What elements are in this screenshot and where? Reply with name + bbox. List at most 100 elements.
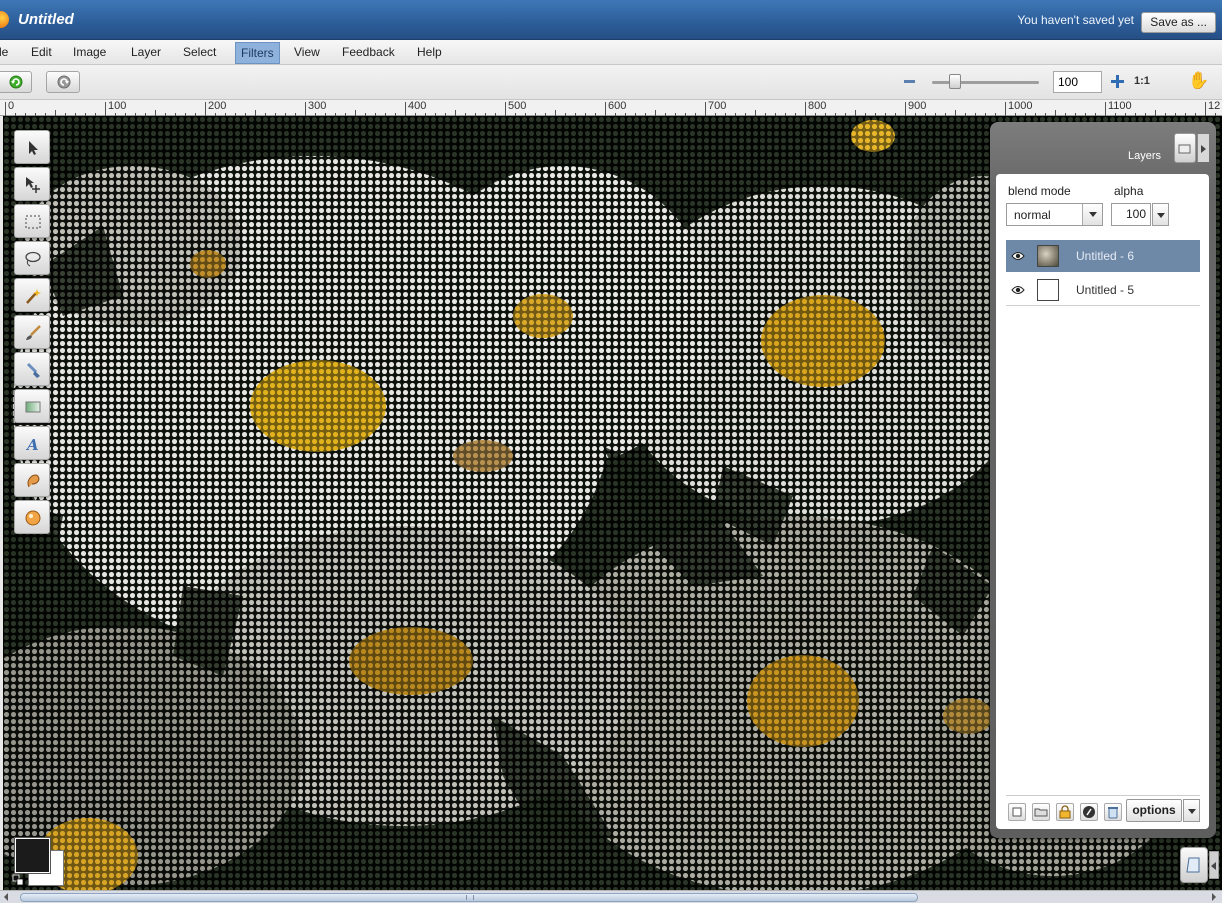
menu-layer[interactable]: Layer — [126, 42, 166, 64]
move-tool-button[interactable] — [14, 130, 50, 164]
trash-icon — [1108, 807, 1118, 819]
ruler-label: 12 — [1208, 100, 1221, 112]
blend-mode-label: blend mode — [1008, 184, 1071, 198]
layer-thumbnail — [1037, 245, 1059, 267]
alpha-dropdown-button[interactable] — [1152, 203, 1169, 226]
alpha-label: alpha — [1114, 184, 1144, 198]
scrollbar-thumb[interactable] — [20, 893, 918, 902]
gradient-icon — [25, 401, 41, 413]
delete-layer-button[interactable] — [1104, 803, 1122, 821]
menu-help[interactable]: Help — [412, 42, 447, 64]
gradient-tool-button[interactable] — [14, 389, 50, 423]
folder-icon — [1034, 808, 1048, 817]
transform-tool-button[interactable] — [14, 167, 50, 201]
toolbar: 1:1 ✋ — [0, 65, 1222, 100]
layers-icon — [1178, 144, 1191, 154]
layer-row[interactable]: Untitled - 6 — [1006, 240, 1200, 272]
new-layer-icon — [1012, 807, 1022, 817]
layer-name: Untitled - 5 — [1076, 283, 1135, 297]
transform-tool-icon — [26, 177, 40, 193]
smudge-tool-button[interactable] — [14, 463, 50, 497]
lasso-icon — [25, 251, 41, 267]
undo-button[interactable] — [0, 71, 32, 93]
menu-file[interactable]: le — [0, 42, 13, 64]
brush-icon — [26, 325, 41, 340]
ruler-label: 600 — [608, 100, 627, 112]
new-layer-button[interactable] — [1008, 803, 1026, 821]
scroll-right-arrow[interactable] — [1212, 893, 1216, 901]
lock-icon — [1059, 805, 1071, 819]
save-as-button[interactable]: Save as ... — [1141, 12, 1216, 33]
clone-tool-button[interactable] — [14, 352, 50, 386]
zoom-out-button[interactable] — [904, 80, 915, 83]
ruler-label: 0 — [8, 100, 15, 112]
layer-options-button[interactable]: options — [1126, 799, 1182, 822]
text-tool-button[interactable]: A — [14, 426, 50, 460]
color-picker-button[interactable] — [14, 500, 50, 534]
hand-icon[interactable]: ✋ — [1186, 71, 1212, 95]
new-folder-button[interactable] — [1032, 803, 1050, 821]
clone-stamp-icon — [26, 362, 40, 378]
redo-button[interactable] — [46, 71, 80, 93]
marquee-tool-button[interactable] — [14, 204, 50, 238]
menu-view[interactable]: View — [289, 42, 325, 64]
scrollbar-grip — [466, 895, 474, 900]
swap-colors-icon[interactable] — [12, 874, 24, 886]
ruler-label: 900 — [908, 100, 927, 112]
layer-style-icon — [1083, 806, 1095, 818]
ruler-label: 800 — [808, 100, 827, 112]
blend-mode-value: normal — [1014, 208, 1051, 222]
lasso-tool-button[interactable] — [14, 241, 50, 275]
layer-style-button[interactable] — [1080, 803, 1098, 821]
ruler-label: 1000 — [1008, 100, 1033, 112]
history-panel-button[interactable] — [1180, 847, 1208, 883]
brush-tool-button[interactable] — [14, 315, 50, 349]
scroll-left-arrow[interactable] — [4, 893, 8, 901]
eye-icon[interactable] — [1011, 250, 1025, 262]
menu-edit[interactable]: Edit — [26, 42, 57, 64]
menu-image[interactable]: Image — [68, 42, 111, 64]
expand-panel-button[interactable] — [1209, 851, 1219, 879]
redo-icon — [57, 75, 71, 89]
move-tool-icon — [29, 141, 38, 155]
ruler-label: 1100 — [1108, 100, 1132, 112]
ruler-label: 400 — [408, 100, 427, 112]
blend-mode-select[interactable]: normal — [1006, 203, 1103, 226]
alpha-input[interactable]: 100 — [1111, 203, 1151, 226]
collapse-panel-button[interactable] — [1197, 134, 1209, 162]
history-icon — [1186, 857, 1200, 873]
layers-footer: options — [1006, 795, 1200, 822]
zoom-in-button[interactable] — [1111, 75, 1124, 88]
ruler-label: 700 — [708, 100, 727, 112]
ruler-label: 100 — [108, 100, 127, 112]
layers-panel-title: Layers — [1128, 150, 1162, 162]
magic-wand-icon — [26, 289, 41, 304]
horizontal-scrollbar[interactable] — [0, 890, 1222, 903]
lock-layer-button[interactable] — [1056, 803, 1074, 821]
menu-feedback[interactable]: Feedback — [337, 42, 400, 64]
menu-bar: le Edit Image Layer Select Filters View … — [0, 40, 1222, 65]
document-title: Untitled — [18, 11, 74, 28]
layers-panel-body: blend mode alpha normal 100 Untitled - 6… — [996, 174, 1209, 829]
zoom-input[interactable] — [1053, 71, 1102, 93]
layer-name: Untitled - 6 — [1076, 249, 1135, 263]
layers-panel-tab[interactable] — [1174, 133, 1196, 163]
options-dropdown-button[interactable] — [1183, 799, 1200, 822]
color-picker-icon — [25, 510, 41, 526]
ruler-label: 500 — [508, 100, 527, 112]
actual-size-button[interactable]: 1:1 — [1134, 75, 1150, 87]
eye-icon[interactable] — [1011, 284, 1025, 296]
svg-text:A: A — [25, 436, 39, 453]
title-bar: Untitled You haven't saved yet Save as .… — [0, 0, 1222, 40]
layer-row[interactable]: Untitled - 5 — [1006, 274, 1200, 306]
menu-filters[interactable]: Filters — [235, 42, 280, 64]
magic-wand-button[interactable] — [14, 278, 50, 312]
ruler-label: 200 — [208, 100, 227, 112]
zoom-slider-thumb[interactable] — [949, 74, 961, 89]
app-logo — [0, 11, 9, 28]
foreground-color-swatch[interactable] — [14, 837, 51, 874]
horizontal-ruler: 0 100 200 300 400 500 600 700 800 900 10… — [0, 100, 1222, 116]
photo-editor-app: Untitled You haven't saved yet Save as .… — [0, 0, 1222, 903]
save-status-text: You haven't saved yet — [1017, 13, 1134, 27]
menu-select[interactable]: Select — [178, 42, 221, 64]
